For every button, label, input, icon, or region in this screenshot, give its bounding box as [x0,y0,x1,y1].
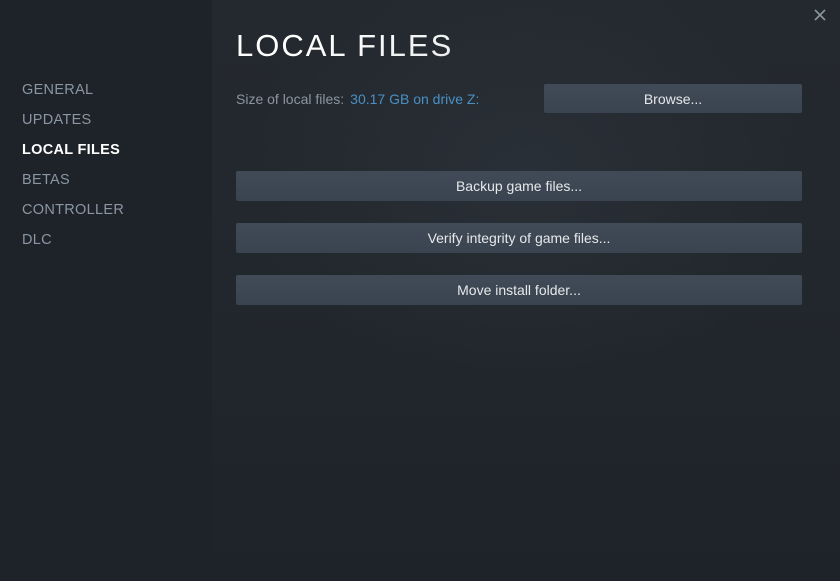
size-label: Size of local files: [236,91,344,107]
close-button[interactable] [810,6,830,26]
sidebar-item-dlc[interactable]: DLC [22,225,212,255]
size-row: Size of local files: 30.17 GB on drive Z… [236,84,802,113]
sidebar: GENERAL UPDATES LOCAL FILES BETAS CONTRO… [0,0,212,581]
size-value-link[interactable]: 30.17 GB on drive Z: [350,91,479,107]
sidebar-item-general[interactable]: GENERAL [22,75,212,105]
verify-button[interactable]: Verify integrity of game files... [236,223,802,253]
sidebar-item-betas[interactable]: BETAS [22,165,212,195]
close-icon [814,9,826,24]
main-panel: LOCAL FILES Size of local files: 30.17 G… [212,0,840,581]
properties-dialog: GENERAL UPDATES LOCAL FILES BETAS CONTRO… [0,0,840,581]
move-button[interactable]: Move install folder... [236,275,802,305]
sidebar-item-controller[interactable]: CONTROLLER [22,195,212,225]
browse-button[interactable]: Browse... [544,84,802,113]
backup-button[interactable]: Backup game files... [236,171,802,201]
sidebar-item-local-files[interactable]: LOCAL FILES [22,135,212,165]
page-title: LOCAL FILES [236,28,802,64]
sidebar-item-updates[interactable]: UPDATES [22,105,212,135]
